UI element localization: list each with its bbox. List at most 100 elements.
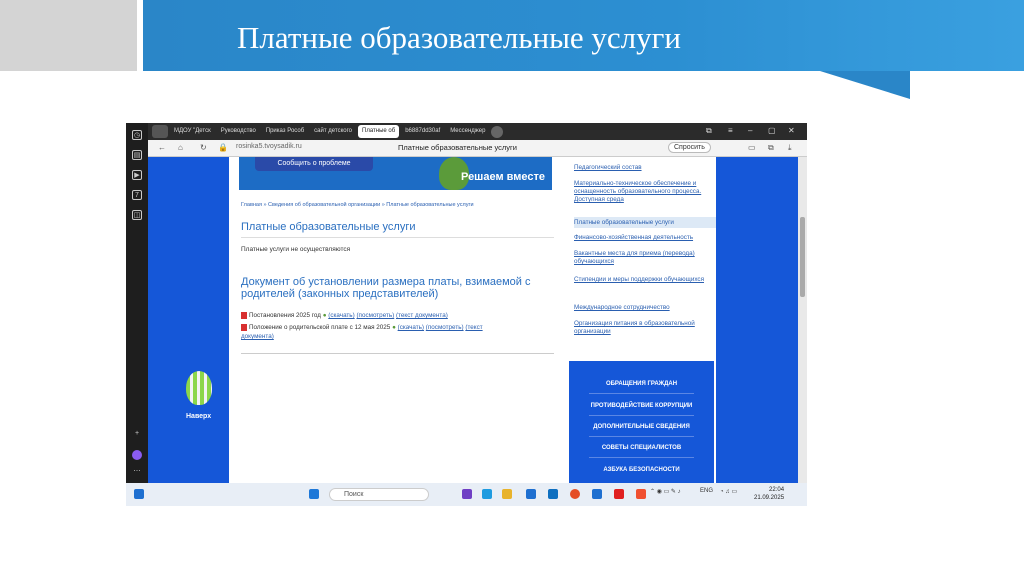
play-icon[interactable]: ▶ [132, 170, 142, 180]
menu-anticorruption[interactable]: ПРОТИВОДЕЙСТВИЕ КОРРУПЦИИ [569, 403, 714, 409]
bookmarks-icon[interactable]: ▤ [132, 150, 142, 160]
tab-1[interactable]: МДОУ "Детск [170, 125, 215, 138]
sidebar-item-paid-services[interactable]: Платные образовательные услуги [574, 217, 716, 228]
balloon-icon: ● [322, 312, 327, 319]
back-icon[interactable]: ← [158, 143, 166, 152]
address-bar: ← ⌂ ↻ 🔒 rosinka5.tvoysadik.ru Платные об… [148, 140, 807, 157]
download-icon[interactable]: ⤓ [788, 143, 792, 153]
tab-4[interactable]: сайт детского [310, 125, 356, 138]
chrome-icon[interactable] [570, 489, 580, 499]
sidebar-item-catering[interactable]: Организация питания в образовательной ор… [574, 320, 716, 336]
app-icon[interactable] [526, 489, 536, 499]
app-icon[interactable] [462, 489, 472, 499]
minimize-icon[interactable]: – [748, 126, 752, 135]
tab-group-icon[interactable] [152, 125, 168, 138]
explorer-icon[interactable] [502, 489, 512, 499]
more-icon[interactable]: ⋯ [132, 467, 142, 477]
text-doc-link[interactable]: (текст документа) [396, 312, 448, 319]
tab-6[interactable]: b6887dd30af [401, 125, 444, 138]
view-link[interactable]: (посмотреть) [426, 324, 464, 331]
banner-slogan: Решаем вместе [461, 171, 545, 183]
tab-7[interactable]: Мессенджер [446, 125, 489, 138]
menu-divider [589, 393, 694, 394]
tab-2[interactable]: Руководство [217, 125, 260, 138]
gray-block [0, 0, 137, 71]
slide: Платные образовательные услуги ◷ ▤ ▶ 7 ◫… [0, 0, 1024, 574]
devices-icon[interactable]: ◫ [132, 210, 142, 220]
page-content: Сообщить о проблеме Решаем вместе Главна… [229, 157, 716, 483]
menu-safety-abc[interactable]: АЗБУКА БЕЗОПАСНОСТИ [569, 467, 714, 473]
menu-citizen-appeals[interactable]: ОБРАЩЕНИЯ ГРАЖДАН [569, 381, 714, 387]
tray-icons[interactable]: ⌃ ◉ ▭ ✎ ♪ [650, 488, 681, 495]
url-field[interactable]: rosinka5.tvoysadik.ru [236, 143, 302, 150]
lock-icon: 🔒 [218, 143, 228, 152]
menu-additional-info[interactable]: ДОПОЛНИТЕЛЬНЫЕ СВЕДЕНИЯ [569, 424, 714, 430]
assistant-icon[interactable] [132, 450, 142, 460]
scroll-top-balloon-icon[interactable] [186, 371, 212, 405]
pdf-icon [241, 323, 247, 331]
document-name: Положение о родительской плате с 12 мая … [249, 324, 391, 331]
battery-icon: ▭ [748, 143, 756, 152]
sidebar-item-finance[interactable]: Финансово-хозяйственная деятельность [574, 234, 716, 242]
report-problem-button[interactable]: Сообщить о проблеме [255, 157, 373, 171]
language-indicator[interactable]: ENG [700, 488, 713, 494]
wifi-icon[interactable]: ◔ ♫ ▭ [720, 488, 737, 495]
yandex-browser-icon[interactable] [614, 489, 624, 499]
tab-bar: МДОУ "Детск Руководство Приказ Рособ сай… [148, 123, 807, 140]
home-icon[interactable]: ⌂ [178, 143, 183, 152]
new-tab-button[interactable] [491, 125, 504, 138]
date: 21.09.2025 [754, 495, 785, 501]
document-item-1: Постановления 2025 год ● (скачать) (посм… [241, 311, 541, 320]
close-icon[interactable]: ✕ [788, 126, 795, 135]
sidebar-item-staff[interactable]: Педагогический состав [574, 164, 716, 172]
sidebar-item-vacancies[interactable]: Вакантные места для приема (перевода) об… [574, 250, 716, 266]
collections-icon[interactable]: ⧉ [706, 126, 712, 136]
maximize-icon[interactable]: ▢ [768, 126, 776, 135]
sidebar-item-scholarships[interactable]: Стипендии и меры поддержки обучающихся [574, 276, 716, 284]
ask-button[interactable]: Спросить [668, 142, 711, 153]
start-icon[interactable] [309, 489, 319, 499]
history-icon[interactable]: ◷ [132, 130, 142, 140]
apps-icon[interactable]: 7 [132, 190, 142, 200]
document-heading: Документ об установлении размера платы, … [241, 276, 531, 300]
scrollbar[interactable] [798, 157, 807, 483]
sidebar-item-equipment[interactable]: Материально-техническое обеспечение и ос… [574, 180, 716, 204]
page-heading: Платные образовательные услуги [241, 221, 416, 233]
download-link[interactable]: (скачать) [328, 312, 354, 319]
divider [241, 353, 554, 354]
document-item-2: Положение о родительской плате с 12 мая … [241, 323, 541, 341]
browser-side-panel: ◷ ▤ ▶ 7 ◫ + ⋯ [126, 123, 148, 483]
menu-icon[interactable]: ≡ [728, 126, 733, 135]
extensions-icon[interactable]: ⧉ [768, 143, 774, 153]
slide-title: Платные образовательные услуги [237, 20, 681, 55]
divider [241, 237, 554, 238]
scroll-thumb[interactable] [800, 217, 805, 297]
menu-divider [589, 436, 694, 437]
clock[interactable]: 22:04 21.09.2025 [754, 486, 784, 502]
breadcrumb[interactable]: Главная » Сведения об образовательной ор… [241, 202, 474, 208]
outlook-icon[interactable] [548, 489, 558, 499]
feedback-banner[interactable]: Сообщить о проблеме Решаем вместе [239, 157, 552, 190]
blue-menu: ОБРАЩЕНИЯ ГРАЖДАН ПРОТИВОДЕЙСТВИЕ КОРРУП… [569, 361, 714, 483]
menu-divider [589, 457, 694, 458]
time: 22:04 [769, 487, 785, 493]
download-link[interactable]: (скачать) [398, 324, 424, 331]
app-icon[interactable] [636, 489, 646, 499]
edge-icon[interactable] [482, 489, 492, 499]
add-icon[interactable]: + [132, 429, 142, 439]
document-name: Постановления 2025 год [249, 312, 321, 319]
scroll-top-label[interactable]: Наверх [186, 413, 211, 420]
text-doc-link-cont[interactable]: документа) [241, 333, 274, 340]
taskbar-search[interactable]: Поиск [329, 488, 429, 501]
sidebar: Педагогический состав Материально-технич… [559, 157, 716, 483]
balloon-icon: ● [392, 324, 396, 331]
menu-specialist-advice[interactable]: СОВЕТЫ СПЕЦИАЛИСТОВ [569, 445, 714, 451]
sidebar-item-international[interactable]: Международное сотрудничество [574, 304, 716, 312]
view-link[interactable]: (посмотреть) [356, 312, 394, 319]
text-doc-link[interactable]: (текст [465, 324, 482, 331]
tab-3[interactable]: Приказ Рособ [262, 125, 308, 138]
tab-5-active[interactable]: Платные об [358, 125, 400, 138]
app-icon[interactable] [592, 489, 602, 499]
widgets-icon[interactable] [134, 489, 144, 499]
refresh-icon[interactable]: ↻ [200, 143, 207, 152]
